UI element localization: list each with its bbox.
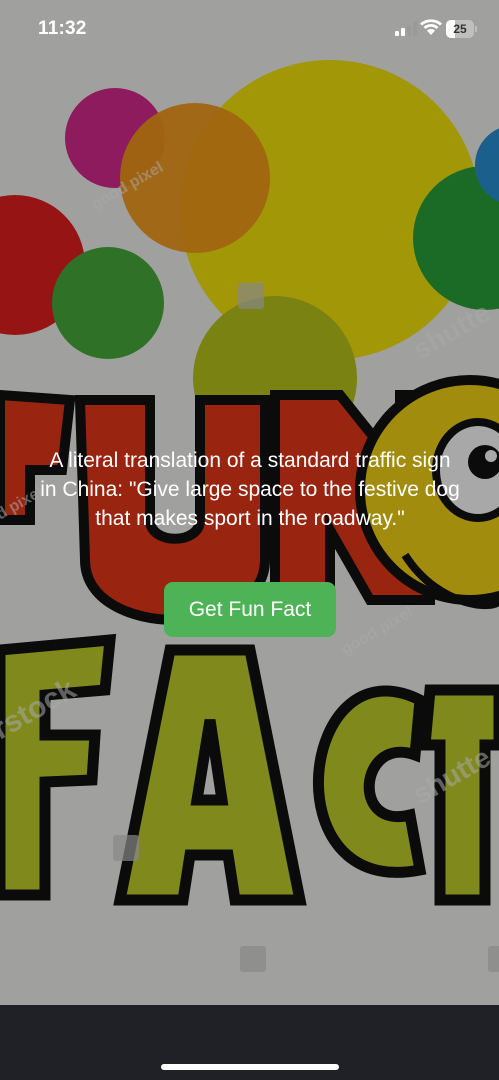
cellular-signal-icon bbox=[395, 21, 417, 36]
home-indicator[interactable] bbox=[161, 1064, 339, 1070]
fun-fact-text: A literal translation of a standard traf… bbox=[40, 449, 460, 530]
wifi-icon bbox=[420, 19, 442, 35]
status-time: 11:32 bbox=[38, 18, 87, 39]
status-bar: 11:32 25 bbox=[0, 0, 499, 60]
battery-level: 25 bbox=[453, 22, 467, 36]
get-fun-fact-button[interactable]: Get Fun Fact bbox=[164, 582, 336, 637]
app-screen: good pixel shutte good pixel rstock shut… bbox=[0, 0, 499, 1080]
battery-icon: 25 bbox=[446, 20, 477, 38]
